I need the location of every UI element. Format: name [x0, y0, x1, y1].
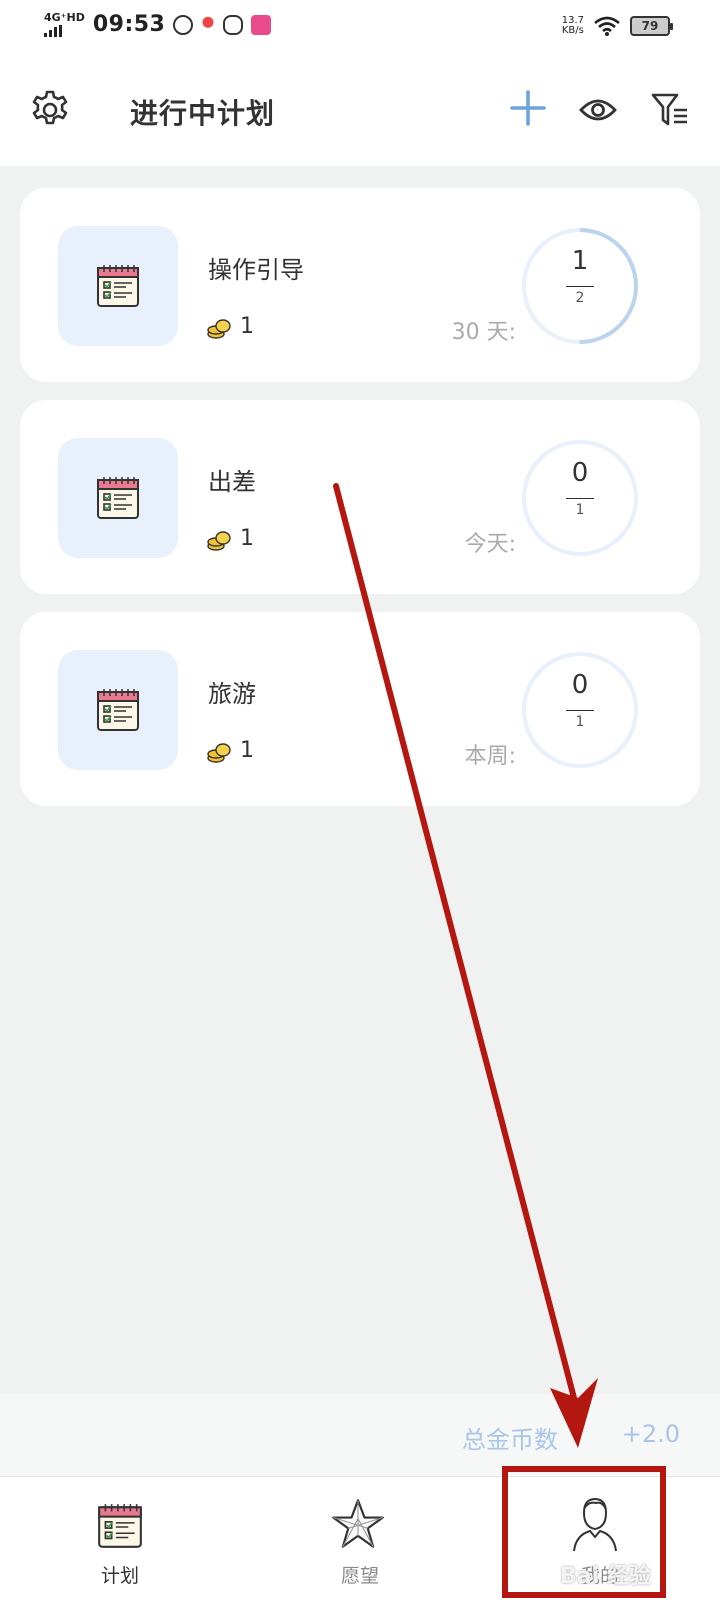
network-speed: 13.7 KB/s — [562, 16, 584, 36]
plan-name: 操作引导 — [208, 256, 304, 284]
network-type: 4G⁺HD — [44, 11, 85, 24]
progress-divider — [566, 710, 594, 711]
total-coins-value: +2.0 — [621, 1420, 680, 1448]
progress-total: 1 — [575, 502, 585, 518]
battery-icon: 79 — [630, 16, 673, 36]
tab-plan-label: 计划 — [100, 1565, 139, 1587]
plus-icon[interactable] — [508, 88, 548, 128]
calendar-icon — [97, 265, 139, 307]
tab-plan[interactable]: 计划 — [0, 1477, 240, 1600]
status-bar: 4G⁺HD 09:53 13.7 KB/s 79 — [0, 0, 720, 56]
tab-wish-label: 愿望 — [340, 1565, 379, 1587]
notification-leaf-icon — [223, 14, 244, 35]
eye-icon[interactable] — [578, 92, 618, 128]
plan-coin-count: 1 — [240, 738, 254, 763]
filter-icon[interactable] — [650, 90, 690, 130]
total-coins-bar: 总金币数 +2.0 — [0, 1394, 720, 1476]
calendar-icon — [97, 689, 139, 731]
progress-divider — [566, 286, 594, 287]
wifi-icon — [594, 16, 620, 36]
progress-done: 0 — [571, 670, 589, 700]
notification-pin-icon — [201, 15, 216, 34]
signal-bars-icon — [44, 25, 85, 37]
tab-wish[interactable]: 愿望 — [240, 1477, 480, 1600]
signal-indicator: 4G⁺HD — [44, 12, 85, 37]
notification-pink-app-icon — [251, 14, 272, 35]
battery-level: 79 — [641, 19, 659, 33]
progress-total: 1 — [575, 714, 585, 730]
plan-period: 30 天: — [451, 320, 516, 345]
coin-stack-icon — [207, 319, 231, 339]
clock: 09:53 — [92, 12, 166, 37]
plan-card[interactable]: 操作引导 1 30 天: 1 2 — [20, 188, 700, 382]
progress-done: 0 — [571, 458, 589, 488]
plan-card[interactable]: 旅游 1 本周: 0 1 — [20, 612, 700, 806]
plan-name: 出差 — [208, 468, 256, 496]
plan-period: 本周: — [464, 744, 516, 769]
page-title: 进行中计划 — [130, 97, 276, 130]
star-icon — [332, 1499, 384, 1548]
plan-coin-count: 1 — [240, 526, 254, 551]
plan-icon-box — [58, 650, 178, 770]
plan-period: 今天: — [464, 532, 516, 557]
plan-icon-box — [58, 226, 178, 346]
progress-divider — [566, 498, 594, 499]
calendar-icon — [97, 477, 139, 519]
progress-total: 2 — [575, 290, 585, 306]
network-speed-unit: KB/s — [561, 25, 584, 36]
calendar-icon — [98, 1504, 142, 1548]
coin-stack-icon — [207, 531, 231, 551]
progress-done: 1 — [571, 246, 589, 276]
plan-card[interactable]: 出差 1 今天: 0 1 — [20, 400, 700, 594]
plan-coin-count: 1 — [240, 314, 254, 339]
notification-app-icon — [173, 14, 194, 35]
total-coins-label: 总金币数 — [462, 1426, 558, 1454]
gear-icon[interactable] — [28, 88, 72, 132]
plan-name: 旅游 — [208, 680, 256, 708]
coin-stack-icon — [207, 743, 231, 763]
app-header: 进行中计划 — [0, 56, 720, 166]
plan-icon-box — [58, 438, 178, 558]
watermark: Bai 经验 — [560, 1564, 651, 1589]
